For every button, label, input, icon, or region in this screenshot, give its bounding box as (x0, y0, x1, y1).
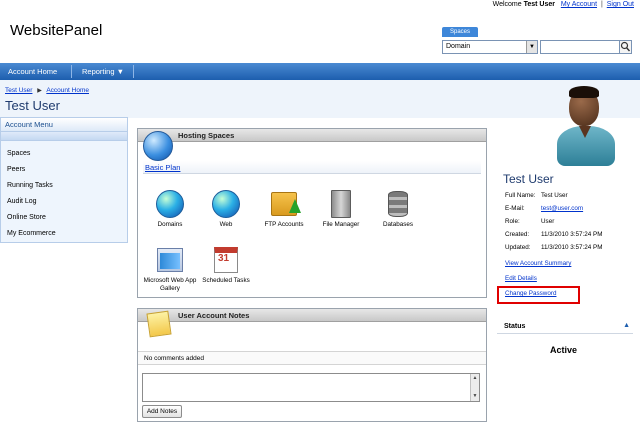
page-header-area (0, 80, 640, 118)
service-label: Databases (382, 221, 414, 228)
search-icon (620, 41, 631, 52)
profile-name: Test User (503, 172, 554, 186)
view-account-summary-link[interactable]: View Account Summary (505, 260, 571, 267)
service-label: Web (219, 221, 233, 228)
notes-textarea[interactable]: ▲ ▼ (142, 373, 480, 402)
profile-field-label: Role: (505, 218, 520, 225)
space-type-select-value: Domain (446, 43, 471, 50)
service-ftp-accounts[interactable]: FTP Accounts (255, 189, 313, 229)
scroll-up-icon[interactable]: ▲ (471, 374, 479, 383)
notes-empty-row: No comments added (138, 351, 486, 365)
sidebar-item-spaces[interactable]: Spaces (1, 146, 127, 162)
hosting-spaces-panel: Hosting Spaces Basic Plan Domains Web FT… (137, 128, 487, 298)
page-title: Test User (5, 98, 60, 113)
user-avatar (553, 82, 623, 168)
sidebar-item-peers[interactable]: Peers (1, 162, 127, 178)
chevron-down-icon[interactable]: ▼ (526, 41, 537, 53)
service-label: File Manager (322, 221, 360, 228)
profile-field-label: E-Mail: (505, 205, 525, 212)
account-notes-panel: User Account Notes No comments added ▲ ▼… (137, 308, 487, 422)
welcome-user-name: Test User (523, 1, 555, 8)
service-label: Domains (157, 221, 183, 228)
profile-field-label: Created: (505, 231, 530, 238)
breadcrumb: Test User ▶ Account Home (5, 87, 89, 94)
globe-icon (212, 190, 240, 218)
hosting-globe-icon (143, 131, 173, 161)
sidebar-item-audit-log[interactable]: Audit Log (1, 194, 127, 210)
profile-field-value: 11/3/2010 3:57:24 PM (541, 244, 603, 251)
database-icon (388, 191, 408, 217)
globe-icon (156, 190, 184, 218)
sidebar-item-online-store[interactable]: Online Store (1, 210, 127, 226)
brand-logo-text[interactable]: WebsitePanel (10, 22, 102, 39)
notes-empty-text: No comments added (144, 355, 204, 362)
hosting-spaces-title: Hosting Spaces (138, 129, 486, 142)
service-web[interactable]: Web (197, 189, 255, 229)
search-input[interactable] (540, 40, 620, 54)
spaces-tab[interactable]: Spaces (442, 27, 478, 37)
space-type-select[interactable]: Domain ▼ (442, 40, 538, 54)
profile-field-label: Full Name: (505, 192, 536, 199)
account-notes-title: User Account Notes (138, 309, 486, 322)
sidebar-item-my-ecommerce[interactable]: My Ecommerce (1, 226, 127, 242)
nav-reporting[interactable]: Reporting ▼ (74, 63, 132, 80)
nav-divider (133, 65, 134, 78)
sidebar-item-running-tasks[interactable]: Running Tasks (1, 178, 127, 194)
edit-details-link[interactable]: Edit Details (505, 275, 537, 282)
nav-account-home[interactable]: Account Home (0, 63, 65, 80)
collapse-caret-icon[interactable]: ▲ (623, 322, 630, 329)
profile-field-value: Test User (541, 192, 568, 199)
account-menu-title: Account Menu (1, 118, 127, 132)
add-notes-button[interactable]: Add Notes (142, 405, 182, 418)
scroll-down-icon[interactable]: ▼ (471, 392, 479, 401)
breadcrumb-account-home[interactable]: Account Home (46, 87, 89, 94)
calendar-icon (214, 247, 238, 273)
profile-field-value: User (541, 218, 555, 225)
service-label: FTP Accounts (264, 221, 304, 228)
notes-scrollbar[interactable]: ▲ ▼ (470, 374, 479, 401)
welcome-label: Welcome (492, 1, 522, 8)
plan-bar: Basic Plan (143, 161, 481, 174)
web-app-icon (157, 248, 183, 272)
account-menu: Account Menu Spaces Peers Running Tasks … (0, 117, 128, 243)
breadcrumb-arrow-icon: ▶ (37, 88, 42, 94)
service-label: Microsoft Web App Gallery (143, 277, 197, 292)
basic-plan-link[interactable]: Basic Plan (145, 163, 180, 172)
file-cabinet-icon (331, 190, 351, 218)
ftp-folder-icon (271, 192, 301, 216)
top-user-links: Welcome Test User My Account | Sign Out (493, 1, 634, 8)
status-title: Status (504, 323, 526, 330)
profile-field-label: Updated: (505, 244, 531, 251)
avatar-hair (569, 86, 599, 98)
profile-field-value: 11/3/2010 3:57:24 PM (541, 231, 603, 238)
my-account-link[interactable]: My Account (561, 1, 597, 8)
service-databases[interactable]: Databases (369, 189, 427, 229)
service-scheduled-tasks[interactable]: Scheduled Tasks (197, 245, 255, 285)
nav-divider (71, 65, 72, 78)
email-link[interactable]: test@user.com (541, 205, 583, 213)
main-nav-bar: Account Home Reporting ▼ (0, 63, 640, 80)
service-file-manager[interactable]: File Manager (312, 189, 370, 229)
sign-out-link[interactable]: Sign Out (607, 1, 634, 8)
service-domains[interactable]: Domains (141, 189, 199, 229)
link-separator: | (600, 1, 603, 8)
search-button[interactable] (619, 40, 632, 54)
sticky-note-icon (146, 310, 172, 338)
change-password-highlight (497, 286, 580, 304)
status-value: Active (550, 345, 578, 355)
service-label: Scheduled Tasks (202, 277, 250, 284)
service-web-app-gallery[interactable]: Microsoft Web App Gallery (141, 245, 199, 293)
breadcrumb-user[interactable]: Test User (5, 87, 32, 94)
status-header: Status ▲ (497, 322, 633, 334)
account-menu-bar (1, 132, 127, 141)
